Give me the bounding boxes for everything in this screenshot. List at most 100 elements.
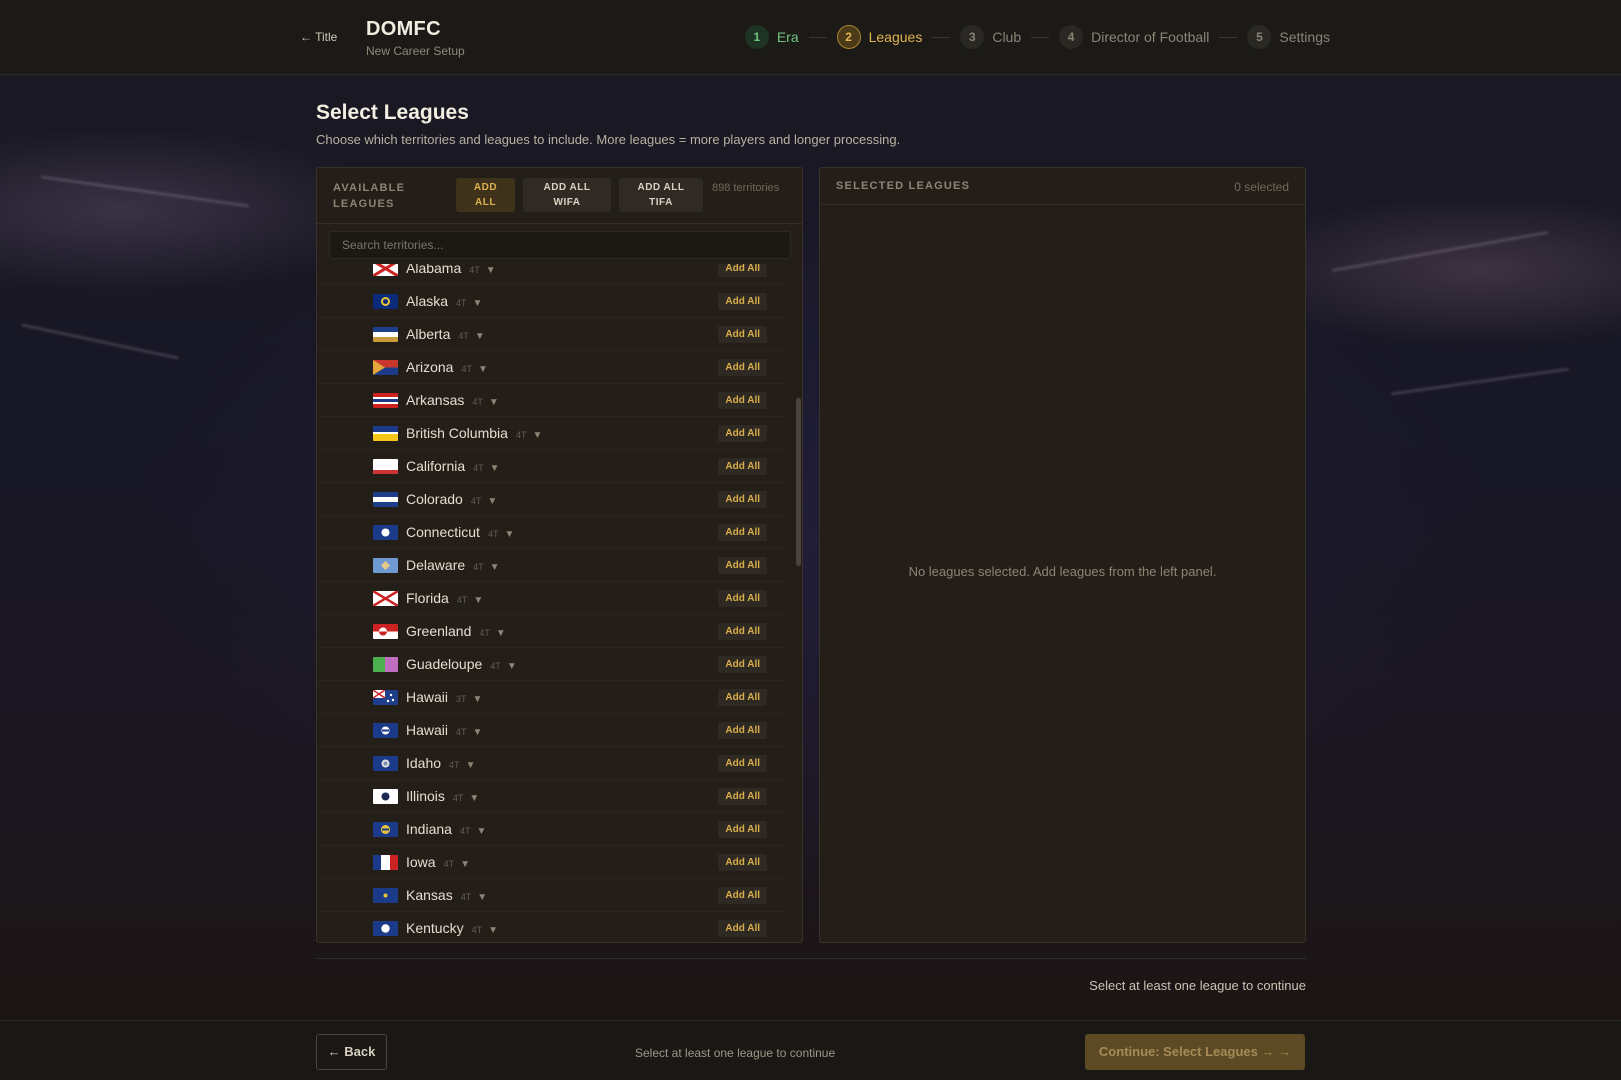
add-all-territory-button[interactable]: Add All: [718, 854, 767, 871]
expand-caret-icon[interactable]: ▼: [486, 265, 496, 276]
app-subtitle: New Career Setup: [366, 44, 465, 58]
territory-row[interactable]: British Columbia 4T ▼ Add All: [317, 417, 787, 450]
tier-count: 4T: [479, 628, 490, 638]
step-label: Era: [776, 29, 799, 45]
expand-caret-icon[interactable]: ▼: [469, 793, 479, 804]
expand-caret-icon[interactable]: ▼: [487, 496, 497, 507]
territory-name: Hawaii: [406, 722, 449, 738]
territory-row[interactable]: Hawaii 3T ▼ Add All: [317, 681, 787, 714]
territory-name: Illinois: [406, 788, 445, 804]
add-all-territory-button[interactable]: Add All: [718, 458, 767, 475]
territory-row[interactable]: Arizona 4T ▼ Add All: [317, 351, 787, 384]
add-all-territory-button[interactable]: Add All: [718, 755, 767, 772]
territory-row[interactable]: Connecticut 4T ▼ Add All: [317, 516, 787, 549]
expand-caret-icon[interactable]: ▼: [473, 727, 483, 738]
add-all-territory-button[interactable]: Add All: [718, 293, 767, 310]
tier-count: 4T: [461, 364, 472, 374]
territory-row[interactable]: Delaware 4T ▼ Add All: [317, 549, 787, 582]
add-all-territory-button[interactable]: Add All: [718, 326, 767, 343]
expand-caret-icon[interactable]: ▼: [504, 529, 514, 540]
expand-caret-icon[interactable]: ▼: [478, 364, 488, 375]
step-director-of-football[interactable]: 4 Director of Football: [1059, 25, 1209, 49]
territory-row[interactable]: Hawaii 4T ▼ Add All: [317, 714, 787, 747]
continue-button[interactable]: Continue: Select Leagues → →: [1085, 1034, 1305, 1070]
step-era[interactable]: 1 Era: [744, 25, 799, 49]
expand-caret-icon[interactable]: ▼: [496, 628, 506, 639]
expand-caret-icon[interactable]: ▼: [489, 397, 499, 408]
expand-caret-icon[interactable]: ▼: [473, 694, 483, 705]
add-all-territory-button[interactable]: Add All: [718, 689, 767, 706]
search-territories-input[interactable]: [329, 231, 791, 259]
add-all-territory-button[interactable]: Add All: [718, 887, 767, 904]
add-all-territory-button[interactable]: Add All: [718, 821, 767, 838]
list-scrollbar[interactable]: [796, 398, 801, 566]
add-all-tifa-button[interactable]: ADD ALL TIFA: [619, 178, 703, 212]
territory-name: Idaho: [406, 755, 442, 771]
idaho-flag-icon: [373, 756, 398, 771]
expand-caret-icon[interactable]: ▼: [477, 892, 487, 903]
available-leagues-header: AVAILABLE LEAGUES ADD ALL ADD ALL WIFA A…: [317, 168, 802, 224]
step-settings[interactable]: 5 Settings: [1247, 25, 1330, 49]
add-all-territory-button[interactable]: Add All: [718, 623, 767, 640]
step-separator: [808, 36, 827, 38]
expand-caret-icon[interactable]: ▼: [488, 925, 498, 936]
tier-count: 4T: [452, 793, 464, 803]
add-all-territory-button[interactable]: Add All: [718, 722, 767, 739]
add-all-territory-button[interactable]: Add All: [718, 656, 767, 673]
expand-caret-icon[interactable]: ▼: [476, 826, 486, 837]
expand-caret-icon[interactable]: ▼: [490, 562, 500, 573]
expand-caret-icon[interactable]: ▼: [466, 760, 476, 771]
step-label: Club: [992, 29, 1022, 45]
add-all-territory-button[interactable]: Add All: [718, 491, 767, 508]
territory-row[interactable]: Idaho 4T ▼ Add All: [317, 747, 787, 780]
add-all-territory-button[interactable]: Add All: [718, 359, 767, 376]
add-all-label: ADD ALL: [473, 182, 498, 208]
stadium-background: [0, 0, 1621, 1080]
tier-count: 4T: [473, 562, 484, 572]
step-leagues[interactable]: 2 Leagues: [836, 25, 922, 49]
territory-row[interactable]: Alaska 4T ▼ Add All: [317, 285, 787, 318]
territory-row[interactable]: Kansas 4T ▼ Add All: [317, 879, 787, 912]
california-flag-icon: [373, 459, 398, 474]
back-to-title-link[interactable]: ← Title: [300, 30, 337, 44]
territory-row[interactable]: Florida 4T ▼ Add All: [317, 582, 787, 615]
territory-row[interactable]: Colorado 4T ▼ Add All: [317, 483, 787, 516]
expand-caret-icon[interactable]: ▼: [532, 430, 542, 441]
territory-row[interactable]: Iowa 4T ▼ Add All: [317, 846, 787, 879]
add-all-territory-button[interactable]: Add All: [718, 590, 767, 607]
territory-row[interactable]: Guadeloupe 4T ▼ Add All: [317, 648, 787, 681]
add-all-territory-button[interactable]: Add All: [718, 524, 767, 541]
territory-row[interactable]: Alberta 4T ▼ Add All: [317, 318, 787, 351]
territory-row[interactable]: Greenland 4T ▼ Add All: [317, 615, 787, 648]
expand-caret-icon[interactable]: ▼: [473, 298, 483, 309]
add-all-territory-button[interactable]: Add All: [718, 264, 767, 277]
territory-name: Kansas: [406, 887, 453, 903]
expand-caret-icon[interactable]: ▼: [507, 661, 517, 672]
step-number: 2: [836, 25, 861, 49]
add-all-territory-button[interactable]: Add All: [718, 788, 767, 805]
delaware-flag-icon: [373, 558, 398, 573]
territory-row[interactable]: Arkansas 4T ▼ Add All: [317, 384, 787, 417]
territory-row[interactable]: Indiana 4T ▼ Add All: [317, 813, 787, 846]
territory-row[interactable]: Alabama 4T ▼ Add All: [317, 264, 787, 285]
add-all-button[interactable]: ADD ALL: [456, 178, 515, 212]
step-club[interactable]: 3 Club: [960, 25, 1021, 49]
territory-row[interactable]: Illinois 4T ▼ Add All: [317, 780, 787, 813]
add-all-territory-button[interactable]: Add All: [718, 920, 767, 937]
expand-caret-icon[interactable]: ▼: [475, 331, 485, 342]
territory-row[interactable]: California 4T ▼ Add All: [317, 450, 787, 483]
expand-caret-icon[interactable]: ▼: [473, 595, 483, 606]
territory-name: Florida: [406, 590, 449, 606]
add-all-territory-button[interactable]: Add All: [718, 392, 767, 409]
expand-caret-icon[interactable]: ▼: [460, 859, 470, 870]
territory-row[interactable]: Kentucky 4T ▼ Add All: [317, 912, 787, 942]
footer-hint: Select at least one league to continue: [635, 1046, 836, 1060]
add-all-territory-button[interactable]: Add All: [718, 425, 767, 442]
add-all-territory-button[interactable]: Add All: [718, 557, 767, 574]
expand-caret-icon[interactable]: ▼: [490, 463, 500, 474]
page-title: Select Leagues: [316, 101, 469, 124]
tier-count: 4T: [515, 430, 527, 440]
add-all-wifa-button[interactable]: ADD ALL WIFA: [523, 178, 611, 212]
connecticut-flag-icon: [373, 525, 398, 540]
back-button[interactable]: ← Back: [316, 1034, 387, 1070]
